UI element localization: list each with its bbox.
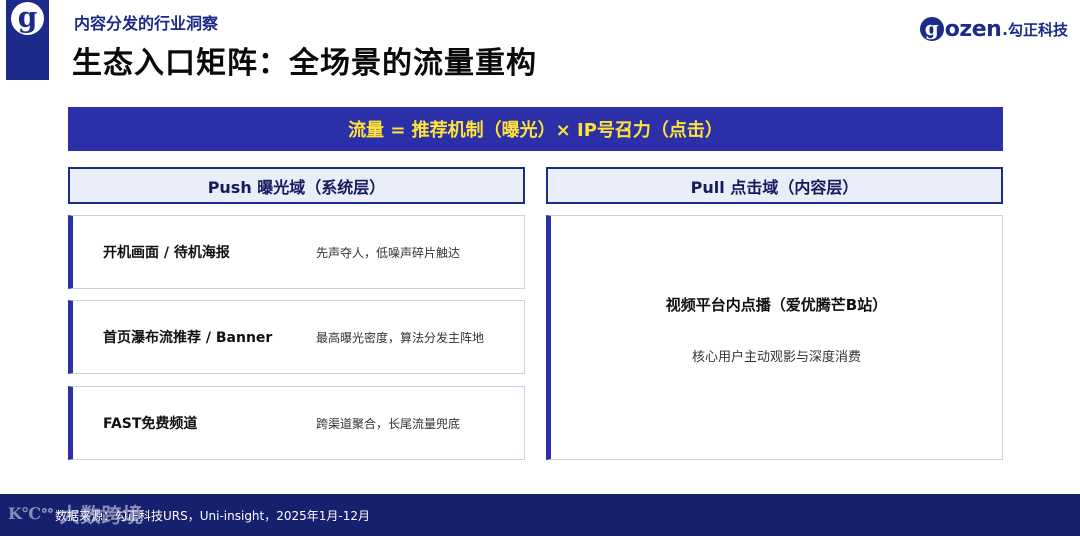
push-card-label: 首页瀑布流推荐 / Banner	[103, 330, 273, 346]
pull-card-vod: 视频平台内点播（爱优腾芒B站） 核心用户主动观影与深度消费	[546, 215, 1003, 460]
footer-bar: 数据来源：勾正科技URS，Uni-insight，2025年1月-12月	[0, 494, 1080, 536]
push-card-desc: 跨渠道聚合，长尾流量兜底	[316, 416, 461, 431]
page-title: 生态入口矩阵：全场景的流量重构	[72, 46, 537, 81]
push-card-fast-channel: FAST免费频道 跨渠道聚合，长尾流量兜底	[68, 386, 525, 460]
pull-domain-header: Pull 点击域（内容层）	[546, 167, 1003, 204]
push-domain-header: Push 曝光域（系统层）	[68, 167, 525, 204]
push-card-desc: 最高曝光密度，算法分发主阵地	[316, 330, 485, 345]
watermark-text: 大数跨境	[59, 503, 144, 527]
push-card-desc: 先声夺人，低噪声碎片触达	[316, 245, 461, 260]
logo-g-icon: g	[11, 2, 44, 35]
pull-card-desc: 核心用户主动观影与深度消费	[691, 350, 861, 365]
brand-g-icon: g	[919, 17, 944, 41]
logo-tab: g	[6, 0, 49, 80]
formula-banner: 流量 = 推荐机制（曝光）× IP号召力（点击）	[68, 107, 1003, 151]
section-subtitle: 内容分发的行业洞察	[74, 14, 219, 33]
push-card-label: 开机画面 / 待机海报	[103, 245, 230, 261]
brand-wordmark: ozen	[944, 16, 1002, 42]
push-card-home-feed: 首页瀑布流推荐 / Banner 最高曝光密度，算法分发主阵地	[68, 300, 525, 374]
brand-logo: g ozen .勾正科技	[919, 14, 1068, 44]
push-card-label: FAST免费频道	[103, 416, 198, 432]
push-header-label: Push 曝光域（系统层）	[207, 177, 386, 197]
brand-chinese-name: .勾正科技	[1002, 20, 1068, 39]
watermark-logo-icon: K℃ᐤᐤ	[8, 504, 54, 523]
watermark: K℃ᐤᐤ 大数跨境	[8, 499, 144, 528]
pull-card-title: 视频平台内点播（爱优腾芒B站）	[665, 296, 888, 314]
pull-header-label: Pull 点击域（内容层）	[690, 177, 859, 197]
formula-text: 流量 = 推荐机制（曝光）× IP号召力（点击）	[348, 120, 723, 141]
push-card-boot-screen: 开机画面 / 待机海报 先声夺人，低噪声碎片触达	[68, 215, 525, 289]
